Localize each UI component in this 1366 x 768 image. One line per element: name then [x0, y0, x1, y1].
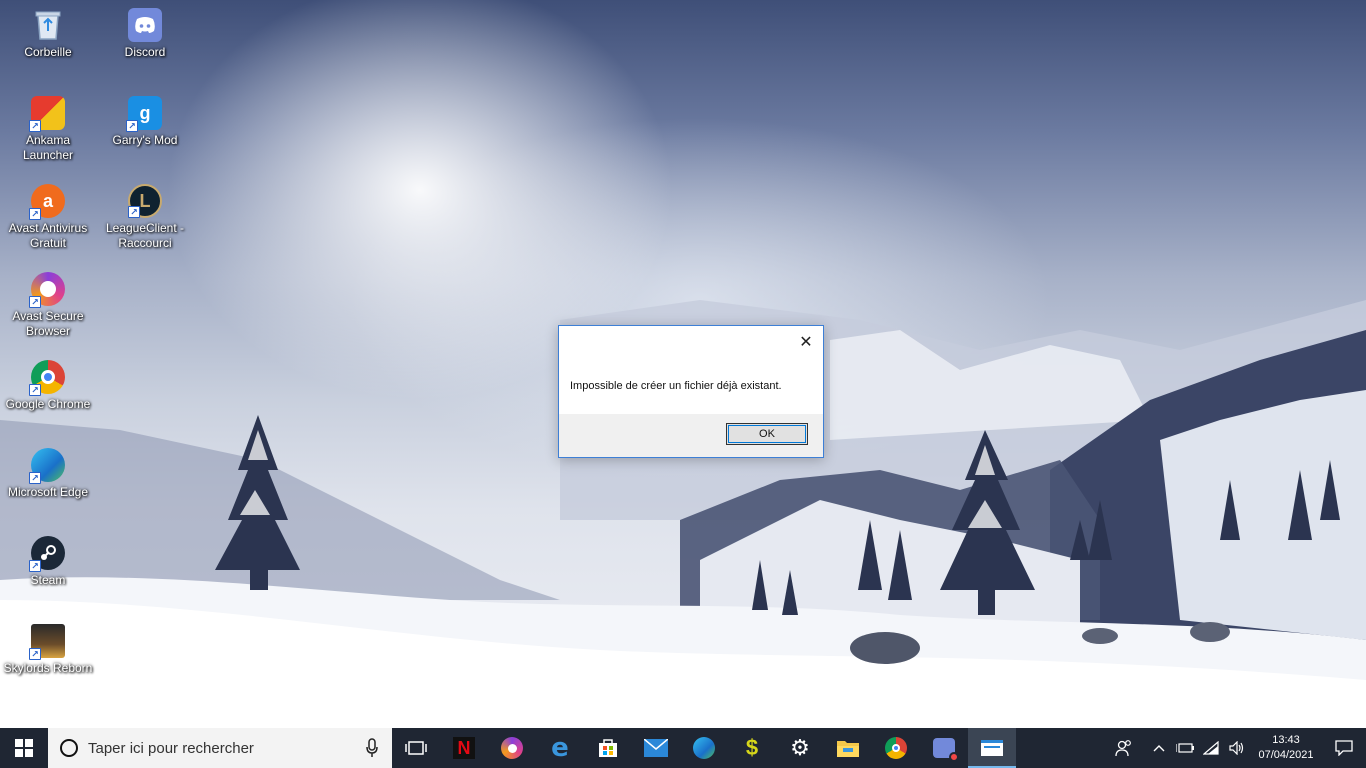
- desktop-icon-label: Ankama Launcher: [22, 133, 74, 162]
- people-icon[interactable]: [1102, 739, 1146, 757]
- desktop-icon-label: Avast Antivirus Gratuit: [8, 221, 88, 250]
- desktop-icon-league[interactable]: L ↗ LeagueClient - Raccourci: [98, 184, 192, 251]
- error-dialog: ✕ Impossible de créer un fichier déjà ex…: [558, 325, 824, 458]
- garrys-mod-icon: g ↗: [126, 96, 162, 132]
- dialog-footer: OK: [559, 414, 823, 457]
- start-button[interactable]: [0, 728, 48, 768]
- store-icon[interactable]: [584, 728, 632, 768]
- dollar-icon[interactable]: $: [728, 728, 776, 768]
- desktop-icon-edge[interactable]: ↗ Microsoft Edge: [1, 448, 95, 500]
- desktop-icon-ankama[interactable]: ↗ Ankama Launcher: [1, 96, 95, 163]
- shortcut-arrow-icon: ↗: [29, 560, 41, 572]
- search-placeholder: Taper ici pour rechercher: [88, 739, 254, 757]
- desktop-icon-avast-browser[interactable]: ↗ Avast Secure Browser: [1, 272, 95, 339]
- desktop-icon-recycle-bin[interactable]: Corbeille: [1, 8, 95, 60]
- volume-icon[interactable]: [1224, 741, 1250, 755]
- task-view-icon[interactable]: [392, 728, 440, 768]
- wifi-icon[interactable]: [1198, 741, 1224, 755]
- clock-time: 13:43: [1272, 734, 1300, 746]
- chrome-taskbar-icon[interactable]: [872, 728, 920, 768]
- desktop-icon-label: Skylords Reborn: [3, 661, 93, 675]
- desktop-icon-label: Corbeille: [24, 45, 72, 59]
- desktop-icon-label: Steam: [30, 573, 66, 587]
- desktop-icon-skylords[interactable]: ↗ Skylords Reborn: [1, 624, 95, 676]
- desktop-icon-label: Discord: [124, 45, 166, 59]
- edge-icon: ↗: [29, 448, 65, 484]
- avast-browser-icon: ↗: [29, 272, 65, 308]
- skylords-icon: ↗: [29, 624, 65, 660]
- ok-button[interactable]: OK: [726, 423, 808, 445]
- desktop-icon-label: LeagueClient - Raccourci: [105, 221, 185, 250]
- desktop-icon-label: Google Chrome: [5, 397, 91, 411]
- edge-legacy-icon[interactable]: e: [536, 728, 584, 768]
- clock[interactable]: 13:43 07/04/2021: [1250, 733, 1322, 763]
- league-icon: L ↗: [128, 184, 162, 218]
- shortcut-arrow-icon: ↗: [126, 120, 138, 132]
- avast-browser-taskbar-icon[interactable]: [488, 728, 536, 768]
- desktop-icon-steam[interactable]: ↗ Steam: [1, 536, 95, 588]
- active-window-icon[interactable]: [968, 728, 1016, 768]
- desktop-icon-discord[interactable]: Discord: [98, 8, 192, 60]
- desktop-icon-label: Microsoft Edge: [7, 485, 89, 499]
- taskbar: Taper ici pour rechercher N e $ ⚙ 13:43 …: [0, 728, 1366, 768]
- avast-icon: a ↗: [29, 184, 65, 220]
- steam-icon: ↗: [29, 536, 65, 572]
- recycle-bin-icon: [31, 8, 65, 42]
- netflix-icon[interactable]: N: [440, 728, 488, 768]
- windows-logo-icon: [15, 739, 33, 757]
- microphone-icon[interactable]: [366, 738, 378, 763]
- dialog-message: Impossible de créer un fichier déjà exis…: [570, 380, 782, 392]
- close-icon[interactable]: ✕: [795, 331, 817, 353]
- desktop-icon-label: Garry's Mod: [112, 133, 178, 147]
- shortcut-arrow-icon: ↗: [29, 120, 41, 132]
- shortcut-arrow-icon: ↗: [128, 206, 140, 218]
- discord-icon: [128, 8, 162, 42]
- shortcut-arrow-icon: ↗: [29, 296, 41, 308]
- shortcut-arrow-icon: ↗: [29, 384, 41, 396]
- cortana-icon: [60, 739, 78, 757]
- discord-app-icon[interactable]: [920, 728, 968, 768]
- shortcut-arrow-icon: ↗: [29, 208, 41, 220]
- shortcut-arrow-icon: ↗: [29, 472, 41, 484]
- desktop-icon-garrys-mod[interactable]: g ↗ Garry's Mod: [98, 96, 192, 148]
- notification-icon[interactable]: [1322, 740, 1366, 756]
- clock-date: 07/04/2021: [1258, 749, 1314, 761]
- search-box[interactable]: Taper ici pour rechercher: [48, 728, 392, 768]
- shortcut-arrow-icon: ↗: [29, 648, 41, 660]
- ankama-icon: ↗: [29, 96, 65, 132]
- chevron-up-icon[interactable]: [1146, 744, 1172, 752]
- system-tray: 13:43 07/04/2021: [1102, 728, 1366, 768]
- edge-icon[interactable]: [680, 728, 728, 768]
- chrome-icon: ↗: [29, 360, 65, 396]
- battery-icon[interactable]: [1172, 742, 1198, 754]
- settings-icon[interactable]: ⚙: [776, 728, 824, 768]
- mail-icon[interactable]: [632, 728, 680, 768]
- desktop-icon-chrome[interactable]: ↗ Google Chrome: [1, 360, 95, 412]
- desktop-icon-label: Avast Secure Browser: [12, 309, 84, 338]
- desktop-icon-avast[interactable]: a ↗ Avast Antivirus Gratuit: [1, 184, 95, 251]
- file-explorer-icon[interactable]: [824, 728, 872, 768]
